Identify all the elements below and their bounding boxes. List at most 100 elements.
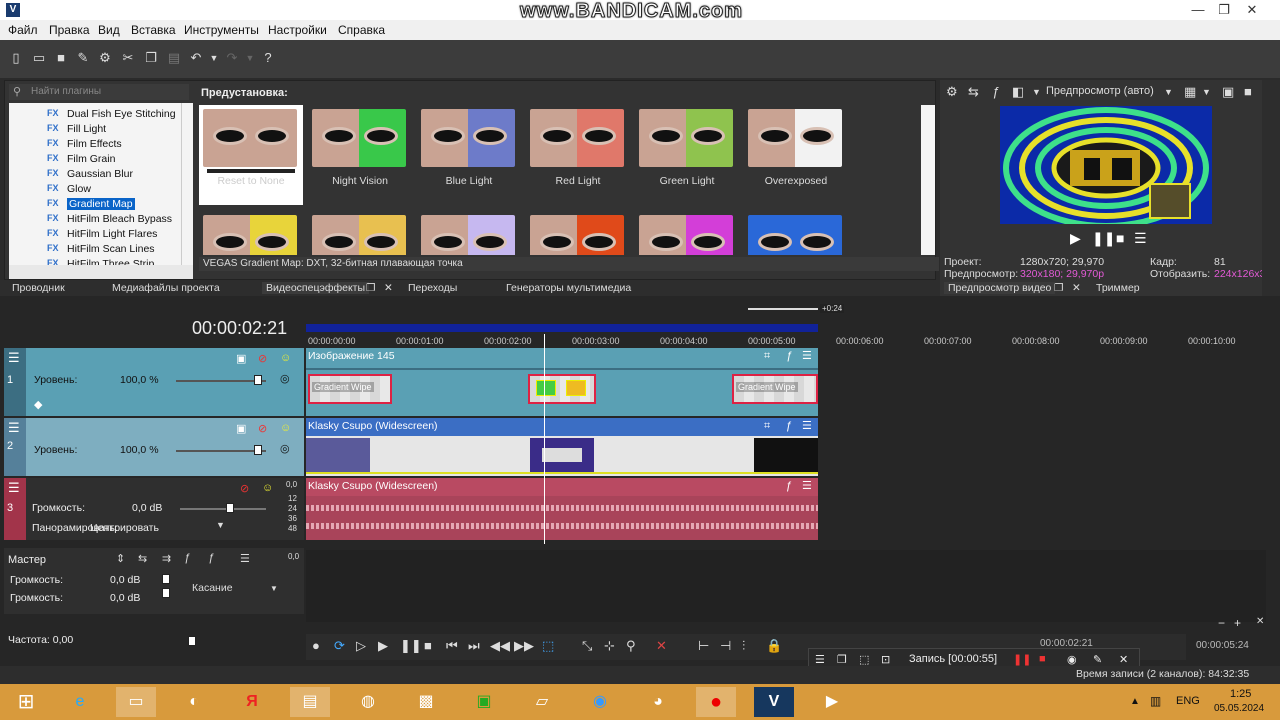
delete-icon[interactable]: ✕ bbox=[656, 638, 667, 654]
master-vol1-knob[interactable] bbox=[162, 574, 170, 584]
tab-transitions[interactable]: Переходы bbox=[408, 282, 457, 294]
play-from-start-icon[interactable]: ▷ bbox=[356, 638, 366, 654]
archive-icon[interactable]: ▩ bbox=[406, 687, 446, 717]
tab-trimmer[interactable]: Триммер bbox=[1096, 282, 1140, 294]
preset-item[interactable]: Green Light bbox=[635, 105, 739, 205]
track-1-crop-icon[interactable]: ⌗ bbox=[764, 350, 770, 363]
track-2-crop-icon[interactable]: ⌗ bbox=[764, 420, 770, 433]
lock-icon[interactable]: 🔒 bbox=[766, 638, 782, 654]
master-touch-dropdown-icon[interactable]: ▼ bbox=[270, 584, 278, 593]
notepad-icon[interactable]: ▱ bbox=[522, 687, 562, 717]
track-3-menu-icon[interactable]: ☰ bbox=[8, 480, 20, 496]
track-2-clip[interactable]: Klasky Csupo (Widescreen) ⌗ ƒ ☰ bbox=[306, 418, 818, 476]
save-as-icon[interactable]: ✎ bbox=[75, 50, 91, 66]
master-insert-icon[interactable]: ⇕ bbox=[116, 552, 125, 565]
plugin-item[interactable]: FX Gradient Map bbox=[9, 197, 179, 212]
track-1-clip[interactable]: Изображение 145 Gradient Wipe Gradient W… bbox=[306, 348, 818, 416]
plugin-list-hscrollbar[interactable] bbox=[9, 265, 193, 279]
loop-region-bar[interactable] bbox=[306, 324, 818, 332]
close-button[interactable]: ✕ bbox=[1240, 1, 1264, 19]
plugin-item[interactable]: FX HitFilm Bleach Bypass bbox=[9, 212, 179, 227]
empty-timeline-lane[interactable] bbox=[818, 348, 1266, 542]
plugin-item[interactable]: FX HitFilm Scan Lines bbox=[9, 242, 179, 257]
master-fx-chain-icon[interactable]: ⇆ bbox=[138, 552, 147, 565]
overlays-dropdown-icon[interactable]: ▼ bbox=[1202, 87, 1211, 97]
preset-scrollbar[interactable] bbox=[921, 105, 935, 255]
bandicam-icon[interactable]: ● bbox=[696, 687, 736, 717]
pc-app-icon[interactable]: ▤ bbox=[290, 687, 330, 717]
settings-gear-icon[interactable]: ⚙ bbox=[97, 50, 113, 66]
track-3-volume-slider[interactable] bbox=[180, 508, 266, 510]
preset-item[interactable] bbox=[744, 211, 848, 255]
preview-settings-icon[interactable]: ⚙ bbox=[946, 84, 958, 100]
vegas-pro-icon[interactable]: V bbox=[754, 687, 794, 717]
tab-explorer[interactable]: Проводник bbox=[12, 282, 65, 294]
go-to-end-icon[interactable]: ⏭ bbox=[468, 638, 480, 654]
plugin-item[interactable]: FX HitFilm Light Flares bbox=[9, 227, 179, 242]
cut-icon[interactable]: ✂ bbox=[120, 50, 136, 66]
open-folder-icon[interactable]: ▭ bbox=[31, 50, 47, 66]
start-windows-icon[interactable]: ⊞ bbox=[6, 687, 46, 717]
undo-dropdown-icon[interactable]: ▼ bbox=[206, 50, 222, 66]
split-icon[interactable]: ⫶ bbox=[742, 638, 745, 654]
track-1-compositing-icon[interactable]: ▣ bbox=[236, 352, 246, 365]
track-2-clip-menu-icon[interactable]: ☰ bbox=[802, 419, 812, 432]
track-2-level-slider[interactable] bbox=[176, 450, 266, 452]
language-indicator[interactable]: ENG bbox=[1176, 695, 1200, 707]
preset-item[interactable]: Blue Light bbox=[417, 105, 521, 205]
preview-quality-dropdown-icon[interactable]: ▼ bbox=[1164, 87, 1173, 97]
menu-tools[interactable]: Инструменты bbox=[184, 23, 259, 37]
rec-stop-icon[interactable]: ■ bbox=[1039, 653, 1046, 665]
track-1-keyframe-icon[interactable]: ◆ bbox=[34, 398, 42, 411]
master-touch-select[interactable]: Касание bbox=[192, 582, 233, 594]
overlays-grid-icon[interactable]: ▦ bbox=[1184, 84, 1196, 100]
paste-icon[interactable]: ▤ bbox=[166, 50, 182, 66]
timeline-stop-icon[interactable]: ■ bbox=[424, 638, 432, 653]
track-3-pan-marker-icon[interactable]: ▼ bbox=[216, 520, 225, 530]
tab-video-fx-close-icon[interactable]: ✕ bbox=[384, 282, 393, 294]
playhead-cursor[interactable] bbox=[544, 334, 545, 544]
tray-arrow-icon[interactable]: ▲ bbox=[1130, 696, 1140, 707]
track-3-fx-icon[interactable]: ƒ bbox=[786, 480, 792, 492]
clock-time[interactable]: 1:25 bbox=[1230, 688, 1251, 700]
maximize-button[interactable]: ❐ bbox=[1212, 1, 1236, 19]
record-icon[interactable]: ● bbox=[312, 638, 320, 653]
preset-item[interactable]: Reset to None bbox=[199, 105, 303, 205]
track-2-compositing-icon[interactable]: ▣ bbox=[236, 422, 246, 435]
track-3-clip-menu-icon[interactable]: ☰ bbox=[802, 479, 812, 492]
track-3-solo-icon[interactable]: ☺ bbox=[262, 482, 273, 494]
plugin-item[interactable]: FX Dual Fish Eye Stitching bbox=[9, 107, 179, 122]
zoom-tool-icon[interactable]: ⚲ bbox=[626, 638, 636, 654]
track-2-level-dial-icon[interactable]: ◎ bbox=[280, 442, 290, 455]
master-vol2-knob[interactable] bbox=[162, 588, 170, 598]
tab-video-fx[interactable]: Видеоспецэффекты bbox=[262, 282, 370, 294]
track-1-fx-icon[interactable]: ƒ bbox=[786, 350, 792, 362]
edge-icon[interactable]: ◉ bbox=[580, 687, 620, 717]
tab-project-media[interactable]: Медиафайлы проекта bbox=[112, 282, 220, 294]
rec-window-icon[interactable]: ❐ bbox=[837, 653, 847, 666]
track-1-solo-icon[interactable]: ☺ bbox=[280, 352, 291, 364]
master-menu-icon[interactable]: ☰ bbox=[240, 552, 250, 565]
preset-item[interactable]: Overexposed bbox=[744, 105, 848, 205]
go-to-start-icon[interactable]: ⏮ bbox=[446, 638, 458, 654]
envelope-tool-icon[interactable]: ⤡ bbox=[582, 638, 592, 654]
plugin-item[interactable]: FX Film Effects bbox=[9, 137, 179, 152]
rec-menu-icon[interactable]: ☰ bbox=[815, 653, 825, 666]
trim-start-icon[interactable]: ⊢ bbox=[698, 638, 709, 654]
menu-file[interactable]: Файл bbox=[8, 23, 38, 37]
zoom-out-icon[interactable]: − bbox=[1218, 616, 1225, 630]
track-2-mute-icon[interactable]: ⊘ bbox=[258, 422, 267, 435]
rec-target-icon[interactable]: ⊡ bbox=[881, 653, 890, 666]
prev-frame-icon[interactable]: ◀◀ bbox=[490, 638, 510, 654]
menu-edit[interactable]: Правка bbox=[49, 23, 90, 37]
menu-view[interactable]: Вид bbox=[98, 23, 120, 37]
redo-dropdown-icon[interactable]: ▼ bbox=[242, 50, 258, 66]
plugin-list-scrollbar[interactable] bbox=[181, 103, 193, 265]
preset-item[interactable] bbox=[199, 211, 303, 255]
timeline-play-icon[interactable]: ▶ bbox=[378, 638, 388, 654]
store-icon[interactable]: ▣ bbox=[464, 687, 504, 717]
master-automation-icon[interactable]: ⇉ bbox=[162, 552, 171, 565]
rec-close-icon[interactable]: ✕ bbox=[1119, 653, 1128, 666]
preview-quality-select[interactable]: Предпросмотр (авто) bbox=[1046, 85, 1154, 97]
pause-icon[interactable]: ❚❚ bbox=[1092, 230, 1115, 247]
